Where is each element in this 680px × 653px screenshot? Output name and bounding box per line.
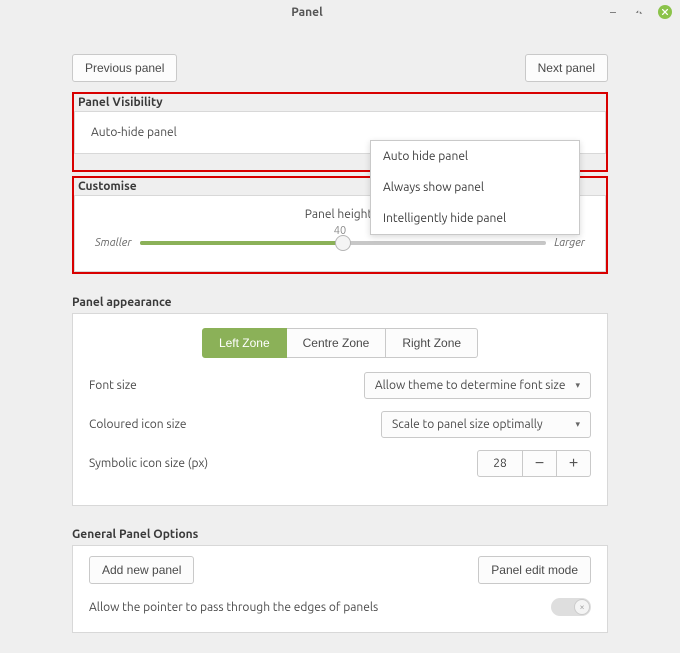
panel-edit-mode-button[interactable]: Panel edit mode [478, 556, 591, 584]
panel-visibility-header: Panel Visibility [74, 94, 606, 111]
window-controls: – [606, 5, 672, 19]
panel-appearance-header: Panel appearance [72, 292, 608, 313]
caret-down-icon: ▾ [575, 419, 580, 430]
titlebar: Panel – [0, 0, 680, 24]
slider-max-label: Larger [554, 237, 585, 249]
general-options-header: General Panel Options [72, 524, 608, 545]
tab-centre-zone[interactable]: Centre Zone [287, 328, 387, 358]
stepper-increment[interactable]: + [557, 450, 591, 477]
option-intelligent-hide[interactable]: Intelligently hide panel [371, 203, 579, 234]
option-auto-hide[interactable]: Auto hide panel [371, 141, 579, 172]
symbolic-icon-size-stepper[interactable]: 28 − + [477, 450, 591, 477]
next-panel-button[interactable]: Next panel [525, 54, 608, 82]
slider-thumb[interactable] [335, 235, 351, 251]
pointer-passthrough-label: Allow the pointer to pass through the ed… [89, 601, 378, 614]
font-size-label: Font size [89, 379, 137, 392]
option-always-show[interactable]: Always show panel [371, 172, 579, 203]
auto-hide-panel-label: Auto-hide panel [91, 126, 177, 139]
coloured-icon-size-label: Coloured icon size [89, 418, 187, 431]
visibility-dropdown[interactable]: Auto hide panel Always show panel Intell… [370, 140, 580, 235]
font-size-select[interactable]: Allow theme to determine font size ▾ [364, 372, 591, 399]
panel-appearance-card: Left Zone Centre Zone Right Zone Font si… [72, 313, 608, 506]
close-button[interactable] [658, 5, 672, 19]
tab-left-zone[interactable]: Left Zone [202, 328, 287, 358]
add-new-panel-button[interactable]: Add new panel [89, 556, 194, 584]
pointer-passthrough-toggle[interactable]: × [551, 598, 591, 616]
caret-down-icon: ▾ [575, 380, 580, 391]
symbolic-icon-size-value: 28 [477, 450, 523, 477]
symbolic-icon-size-label: Symbolic icon size (px) [89, 457, 208, 470]
minimize-button[interactable]: – [606, 5, 620, 19]
window-title: Panel [8, 6, 606, 19]
zone-tabs: Left Zone Centre Zone Right Zone [89, 328, 591, 358]
stepper-decrement[interactable]: − [523, 450, 557, 477]
maximize-button[interactable] [632, 5, 646, 19]
general-options-card: Add new panel Panel edit mode Allow the … [72, 545, 608, 633]
previous-panel-button[interactable]: Previous panel [72, 54, 177, 82]
tab-right-zone[interactable]: Right Zone [386, 328, 478, 358]
panel-height-slider[interactable] [140, 233, 547, 253]
coloured-icon-size-select[interactable]: Scale to panel size optimally ▾ [381, 411, 591, 438]
toggle-knob: × [574, 599, 590, 615]
font-size-value: Allow theme to determine font size [375, 379, 566, 392]
coloured-icon-size-value: Scale to panel size optimally [392, 418, 543, 431]
slider-min-label: Smaller [95, 237, 132, 249]
